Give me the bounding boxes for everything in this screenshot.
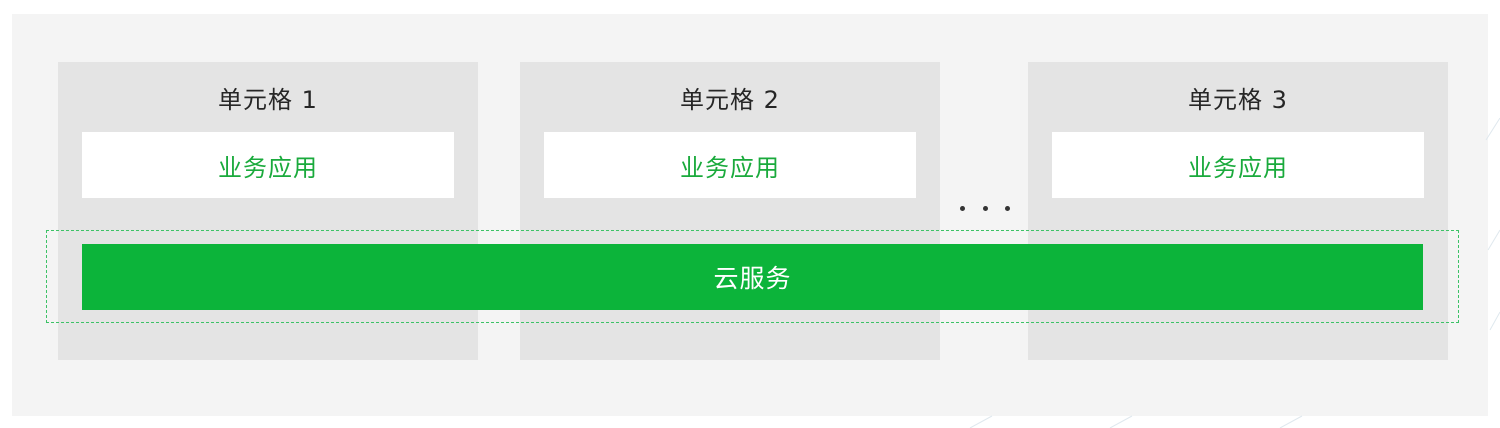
decorative-line	[1489, 311, 1500, 331]
decorative-line	[1279, 415, 1303, 428]
decorative-line	[1487, 229, 1500, 251]
decorative-lines	[969, 117, 1500, 428]
decorative-line	[969, 415, 993, 428]
decorative-line	[1485, 117, 1500, 141]
decorative-line	[1109, 415, 1133, 428]
